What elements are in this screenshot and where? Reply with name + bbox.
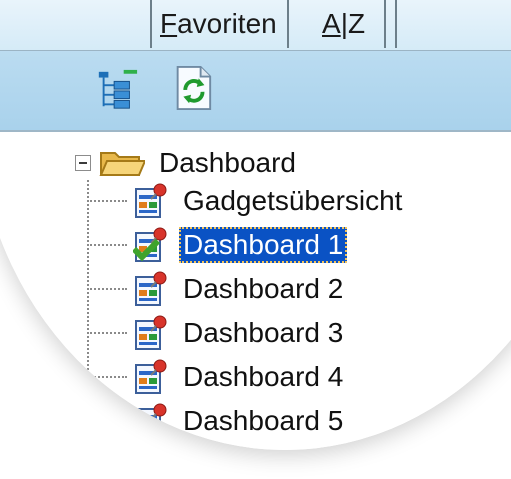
tree-item-label: Dashboard 6 — [179, 447, 347, 450]
tree-item-label: Dashboard 3 — [183, 317, 344, 348]
tree-branch-line — [87, 288, 127, 290]
dashboard-page-pin-icon — [133, 227, 167, 262]
tab-favoriten-accelerator: F — [160, 8, 178, 39]
tab-favoriten[interactable]: Favoriten — [150, 0, 289, 48]
tree-item-label: Dashboard 2 — [183, 273, 344, 304]
tree-node-dashboard[interactable]: Dashboard — [75, 143, 300, 183]
dashboard-page-pin-icon — [135, 359, 167, 394]
tab-favoriten-label: Favoriten — [160, 8, 277, 40]
tab-a-z[interactable]: A|Z — [312, 0, 386, 48]
tree-item[interactable]: Dashboard 1 — [87, 224, 348, 266]
tree-node-label: Dashboard — [159, 147, 296, 178]
tree-item-label: Dashboard 5 — [183, 405, 344, 436]
tree-item-label: Dashboard 1 — [179, 227, 348, 263]
tree-branch-line — [87, 332, 127, 334]
tree-item[interactable]: Dashboard 3 — [87, 312, 347, 354]
tree-view-button[interactable] — [95, 68, 139, 112]
tab-a-z-accelerator: A — [322, 8, 341, 39]
tree-item[interactable]: Dashboard 2 — [87, 268, 347, 310]
dashboard-page-pin-icon — [154, 447, 166, 450]
tree-item[interactable]: Dashboard 6 — [87, 444, 347, 450]
dashboard-page-pin-icon — [135, 403, 167, 438]
tab-next[interactable] — [385, 0, 397, 48]
tree-branch-line — [87, 376, 127, 378]
magnifier-lens: Favoriten A|Z Dashboard Gadgetsübersicht… — [0, 0, 511, 450]
dashboard-page-pin-icon — [135, 315, 167, 350]
tree-branch-line — [87, 200, 127, 202]
tree-item[interactable]: Dashboard 4 — [87, 356, 347, 398]
tab-a-z-rest: |Z — [340, 8, 366, 39]
tree-item[interactable]: Gadgetsübersicht — [87, 180, 406, 222]
dashboard-page-pin-icon — [135, 183, 167, 218]
dashboard-page-pin-icon — [135, 271, 167, 306]
tree-item-label: Dashboard 4 — [183, 361, 344, 392]
magnified-view: Favoriten A|Z Dashboard Gadgetsübersicht… — [0, 0, 511, 479]
tree-branch-line — [87, 420, 127, 422]
tree-branch-line — [87, 244, 127, 246]
tab-favoriten-rest: avoriten — [177, 8, 277, 39]
tab-previous[interactable] — [95, 0, 152, 48]
tab-a-z-label: A|Z — [322, 8, 365, 40]
tree-item-label: Gadgetsübersicht — [183, 185, 403, 216]
tree-structure-icon — [98, 69, 138, 109]
refresh-icon — [176, 66, 212, 110]
folder-open-icon — [99, 152, 145, 176]
refresh-button[interactable] — [170, 66, 214, 110]
collapse-toggle-icon[interactable] — [75, 155, 91, 171]
tree-item[interactable]: Dashboard 5 — [87, 400, 347, 442]
